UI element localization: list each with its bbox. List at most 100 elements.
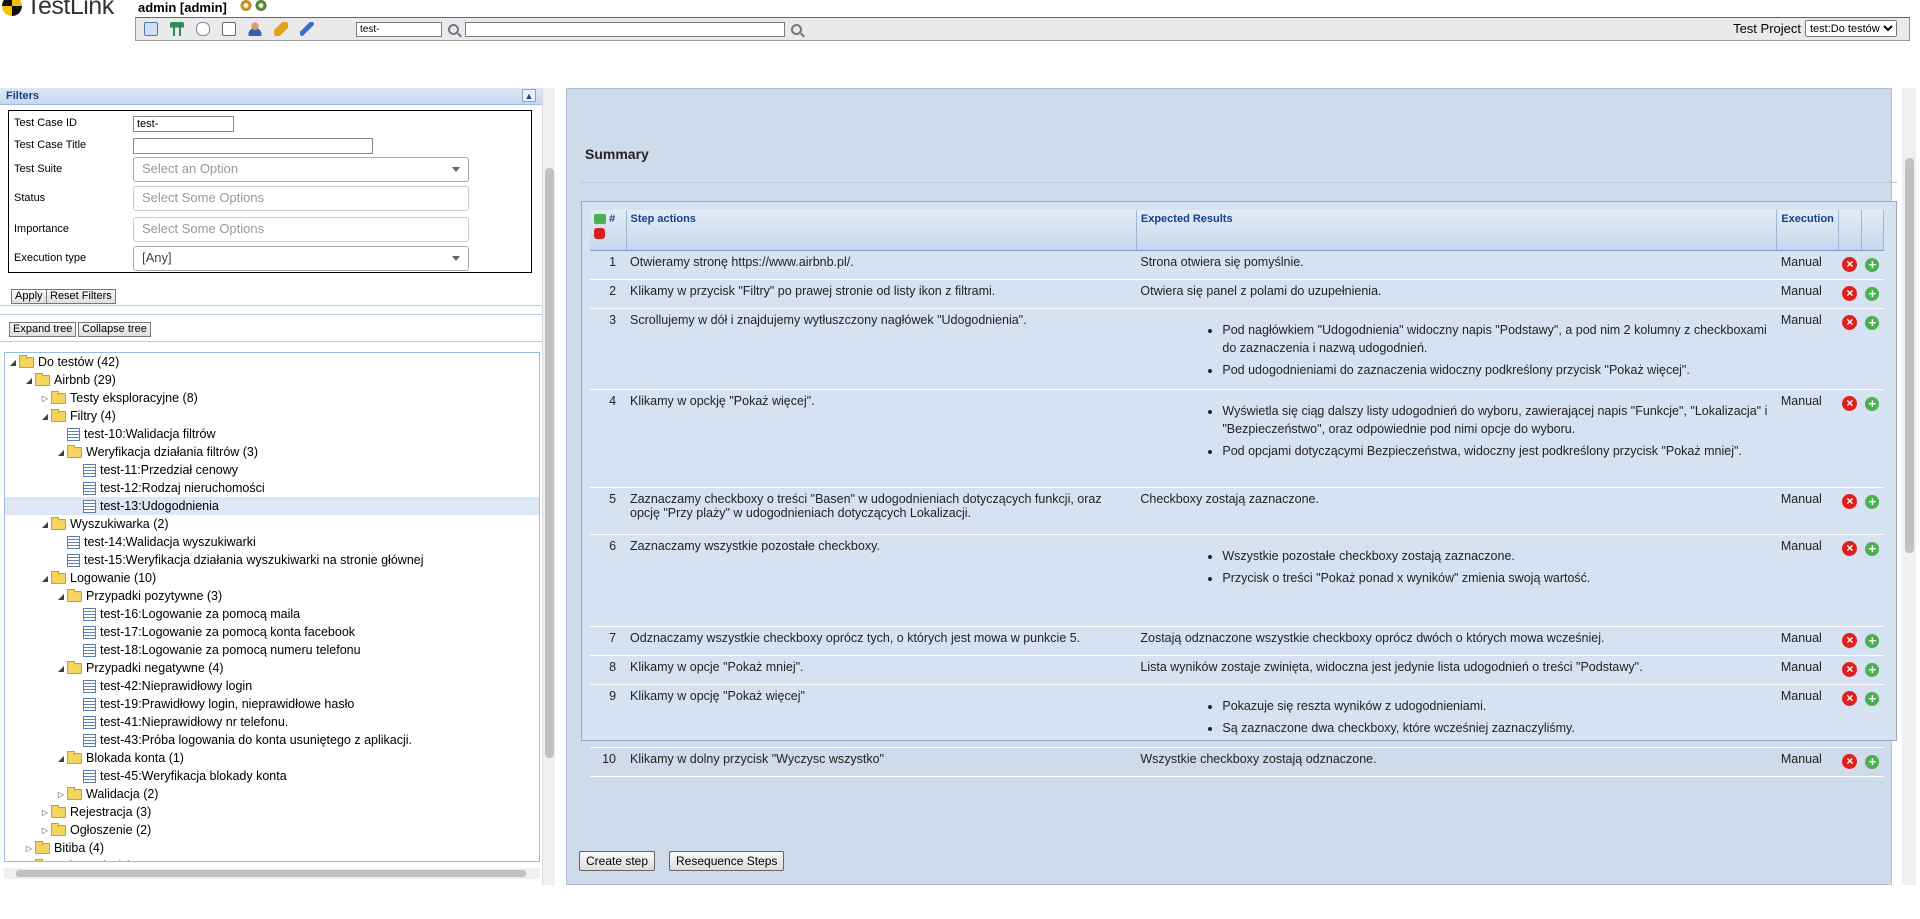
- delete-step-icon[interactable]: ×: [1842, 753, 1858, 769]
- tree-test-case[interactable]: test-11:Przedział cenowy: [5, 461, 539, 479]
- collapse-node-icon[interactable]: ◢: [55, 448, 67, 457]
- insert-step-icon[interactable]: +: [1865, 257, 1880, 272]
- delete-step-icon[interactable]: ×: [1842, 661, 1858, 677]
- project-select[interactable]: test:Do testów: [1805, 20, 1897, 37]
- tree-folder[interactable]: ◢ Do testów (42): [5, 353, 539, 371]
- step-expected-result[interactable]: Lista wyników zostaje zwinięta, widoczna…: [1136, 655, 1777, 685]
- tree-test-case[interactable]: test-18:Logowanie za pomocą numeru telef…: [5, 641, 539, 659]
- reset-filters-button[interactable]: Reset Filters: [46, 289, 116, 304]
- insert-step-icon[interactable]: +: [1865, 396, 1880, 411]
- step-action[interactable]: Klikamy w opckję "Pokaż więcej".: [626, 389, 1137, 488]
- test-case-quick-search[interactable]: [356, 21, 442, 37]
- collapse-steps-icon[interactable]: [594, 228, 605, 239]
- delete-step-icon[interactable]: ×: [1842, 540, 1858, 556]
- expand-node-icon[interactable]: ▷: [55, 790, 67, 799]
- step-action[interactable]: Scrollujemy w dół i znajdujemy wytłuszcz…: [626, 308, 1137, 390]
- collapse-node-icon[interactable]: ◢: [39, 574, 51, 583]
- tree-folder[interactable]: ◢ Filtry (4): [5, 407, 539, 425]
- test-case-id-input[interactable]: [133, 116, 234, 132]
- step-action[interactable]: Klikamy w przycisk "Filtry" po prawej st…: [626, 279, 1137, 309]
- delete-step-icon[interactable]: ×: [1842, 690, 1858, 706]
- collapse-node-icon[interactable]: ◢: [39, 412, 51, 421]
- user-management-icon[interactable]: [248, 22, 262, 36]
- delete-step-icon[interactable]: ×: [1842, 285, 1858, 301]
- importance-multiselect[interactable]: Select Some Options: [133, 217, 469, 242]
- collapse-node-icon[interactable]: ◢: [39, 520, 51, 529]
- tree-folder[interactable]: ▷ Bitiba (4): [5, 839, 539, 857]
- right-vertical-scrollbar[interactable]: [1902, 88, 1916, 885]
- step-expected-result[interactable]: Otwiera się panel z polami do uzupełnien…: [1136, 279, 1777, 309]
- scrollbar-thumb[interactable]: [16, 870, 526, 877]
- expand-node-icon[interactable]: ▷: [39, 826, 51, 835]
- scrollbar-thumb[interactable]: [545, 168, 554, 758]
- tree-test-case[interactable]: test-14:Walidacja wyszukiwarki: [5, 533, 539, 551]
- tree-test-case[interactable]: test-15:Weryfikacja działania wyszukiwar…: [5, 551, 539, 569]
- status-multiselect[interactable]: Select Some Options: [133, 186, 469, 211]
- step-action[interactable]: Klikamy w dolny przycisk "Wyczysc wszyst…: [626, 747, 1137, 777]
- collapse-filters-icon[interactable]: ▲: [522, 89, 536, 102]
- tree-test-case[interactable]: test-12:Rodzaj nieruchomości: [5, 479, 539, 497]
- tree-test-case[interactable]: test-10:Walidacja filtrów: [5, 425, 539, 443]
- tree-folder[interactable]: ◢ Airbnb (29): [5, 371, 539, 389]
- insert-step-icon[interactable]: +: [1865, 315, 1880, 330]
- collapse-node-icon[interactable]: ◢: [7, 358, 19, 367]
- tree-folder[interactable]: ◢ Logowanie (10): [5, 569, 539, 587]
- scrollbar-thumb[interactable]: [1905, 158, 1914, 553]
- tree-folder[interactable]: ◢ Przypadki pozytywne (3): [5, 587, 539, 605]
- tree-test-case[interactable]: test-43:Próba logowania do konta usunięt…: [5, 731, 539, 749]
- desktop-icon[interactable]: [144, 22, 158, 36]
- step-expected-result[interactable]: Checkboxy zostają zaznaczone.: [1136, 487, 1777, 535]
- tree-folder[interactable]: ▷ Walidacja (2): [5, 785, 539, 803]
- tree-folder[interactable]: ▷ Ogłoszenie (2): [5, 821, 539, 839]
- test-case-title-input[interactable]: [133, 138, 373, 154]
- step-action[interactable]: Klikamy w opcje "Pokaż mniej".: [626, 655, 1137, 685]
- edit-icon[interactable]: [300, 22, 314, 36]
- step-expected-result[interactable]: Zostają odznaczone wszystkie checkboxy o…: [1136, 626, 1777, 656]
- step-expected-result[interactable]: Wszystkie checkboxy zostają odznaczone.: [1136, 747, 1777, 777]
- insert-step-icon[interactable]: +: [1865, 286, 1880, 301]
- logout-icon[interactable]: [255, 0, 267, 11]
- tree-folder[interactable]: ▷ Testy eksploracyjne (8): [5, 389, 539, 407]
- tree-test-case[interactable]: test-13:Udogodnienia: [5, 497, 539, 515]
- collapse-node-icon[interactable]: ◢: [55, 592, 67, 601]
- step-expected-result[interactable]: Wyświetla się ciąg dalszy listy udogodni…: [1136, 389, 1777, 488]
- tree-folder[interactable]: ◢ Wyszukiwarka (2): [5, 515, 539, 533]
- step-expected-result[interactable]: Wszystkie pozostałe checkboxy zostają za…: [1136, 534, 1777, 627]
- insert-step-icon[interactable]: +: [1865, 754, 1880, 769]
- step-action[interactable]: Otwieramy stronę https://www.airbnb.pl/.: [626, 250, 1137, 280]
- tree-horizontal-scrollbar[interactable]: [4, 868, 540, 879]
- resequence-steps-button[interactable]: Resequence Steps: [669, 851, 785, 871]
- collapse-node-icon[interactable]: ◢: [55, 754, 67, 763]
- test-execution-icon[interactable]: [222, 22, 236, 36]
- expand-steps-icon[interactable]: [594, 214, 606, 225]
- tree-folder[interactable]: ◢ Przypadki negatywne (4): [5, 659, 539, 677]
- tree-folder[interactable]: ▷ Rejestracja (3): [5, 803, 539, 821]
- tree-test-case[interactable]: test-16:Logowanie za pomocą maila: [5, 605, 539, 623]
- insert-step-icon[interactable]: +: [1865, 541, 1880, 556]
- delete-step-icon[interactable]: ×: [1842, 395, 1858, 411]
- step-action[interactable]: Odznaczamy wszystkie checkboxy oprócz ty…: [626, 626, 1137, 656]
- global-search-input[interactable]: [465, 21, 785, 37]
- insert-step-icon[interactable]: +: [1865, 633, 1880, 648]
- expand-node-icon[interactable]: ▷: [39, 394, 51, 403]
- tree-test-case[interactable]: test-41:Nieprawidłowy nr telefonu.: [5, 713, 539, 731]
- create-step-button[interactable]: Create step: [579, 851, 656, 871]
- expand-tree-button[interactable]: Expand tree: [9, 322, 77, 337]
- tree-test-case[interactable]: test-42:Nieprawidłowy login: [5, 677, 539, 695]
- tree-test-case[interactable]: test-19:Prawidłowy login, nieprawidłowe …: [5, 695, 539, 713]
- insert-step-icon[interactable]: +: [1865, 691, 1880, 706]
- insert-step-icon[interactable]: +: [1865, 662, 1880, 677]
- collapse-tree-button[interactable]: Collapse tree: [78, 322, 151, 337]
- step-action[interactable]: Zaznaczamy checkboxy o treści "Basen" w …: [626, 487, 1137, 535]
- left-vertical-scrollbar[interactable]: [542, 88, 555, 885]
- execution-type-select[interactable]: [Any]: [133, 246, 469, 271]
- tree-test-case[interactable]: test-45:Weryfikacja blokady konta: [5, 767, 539, 785]
- global-search-icon[interactable]: [791, 23, 802, 35]
- insert-step-icon[interactable]: +: [1865, 494, 1880, 509]
- my-settings-icon[interactable]: [240, 0, 252, 11]
- tree-folder[interactable]: ▷ Apiegotuje (0): [5, 857, 539, 861]
- events-icon[interactable]: [274, 22, 288, 36]
- requirements-icon[interactable]: [170, 22, 184, 36]
- test-specification-icon[interactable]: [196, 22, 210, 36]
- tree-folder[interactable]: ◢ Blokada konta (1): [5, 749, 539, 767]
